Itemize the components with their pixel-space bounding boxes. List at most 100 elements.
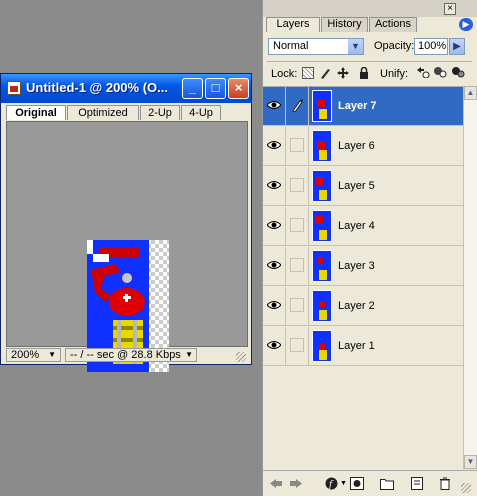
palette-bottom-toolbar: f ▼: [263, 470, 477, 496]
layer-name[interactable]: Layer 4: [338, 220, 375, 232]
edit-state-cell[interactable]: [285, 207, 309, 245]
document-title: Untitled-1 @ 200% (O...: [26, 80, 168, 95]
download-time-dropdown[interactable]: -- / -- sec @ 28.8 Kbps ▼: [65, 348, 197, 362]
maximize-button[interactable]: □: [205, 78, 226, 99]
edit-state-cell[interactable]: [285, 127, 309, 165]
triangle-right-icon: ▶: [462, 19, 470, 29]
tab-history[interactable]: History: [321, 17, 368, 32]
layer-thumbnail: [312, 210, 332, 242]
layer-thumbnail: [312, 250, 332, 282]
scroll-right-icon[interactable]: [289, 477, 303, 490]
scroll-up-button[interactable]: ▲: [464, 86, 477, 100]
tab-optimized[interactable]: Optimized: [67, 105, 139, 120]
eye-icon: [267, 101, 281, 109]
layer-row[interactable]: Layer 6: [263, 127, 463, 166]
minimize-button[interactable]: _: [182, 78, 203, 99]
unify-visibility-icon[interactable]: [433, 66, 447, 78]
layers-scrollbar[interactable]: ▲ ▼: [463, 86, 477, 469]
edit-state-cell[interactable]: [285, 167, 309, 205]
zoom-dropdown[interactable]: 200% ▼: [6, 348, 61, 362]
palette-titlebar[interactable]: ×: [263, 0, 477, 17]
edit-state-cell[interactable]: [285, 327, 309, 365]
layer-row[interactable]: Layer 2: [263, 287, 463, 326]
tab-layers[interactable]: Layers: [266, 17, 320, 32]
unify-style-icon[interactable]: [451, 66, 465, 78]
visibility-toggle[interactable]: [263, 207, 286, 245]
visibility-toggle[interactable]: [263, 127, 286, 165]
canvas-area[interactable]: [6, 121, 248, 372]
layer-thumbnail: [312, 130, 332, 162]
layer-row[interactable]: Layer 3: [263, 247, 463, 286]
blend-mode-select[interactable]: Normal ▼: [268, 38, 364, 55]
visibility-toggle[interactable]: [263, 167, 286, 205]
lock-all-icon[interactable]: [358, 67, 370, 79]
chevron-down-icon: ▼: [340, 480, 347, 487]
layer-thumbnail: [312, 90, 332, 122]
layer-name[interactable]: Layer 5: [338, 180, 375, 192]
eye-icon: [267, 261, 281, 269]
opacity-slider-button[interactable]: ▶: [449, 38, 465, 55]
layer-row[interactable]: Layer 7: [263, 87, 463, 126]
link-box[interactable]: [290, 178, 304, 192]
document-titlebar[interactable]: Untitled-1 @ 200% (O... _ □ ×: [1, 74, 251, 103]
edit-state-cell[interactable]: [285, 87, 309, 125]
new-folder-icon[interactable]: [380, 477, 394, 490]
edit-state-cell[interactable]: [285, 287, 309, 325]
layer-row[interactable]: Layer 5: [263, 167, 463, 206]
layer-row[interactable]: Layer 1: [263, 327, 463, 366]
visibility-toggle[interactable]: [263, 287, 286, 325]
layer-name[interactable]: Layer 6: [338, 140, 375, 152]
link-box[interactable]: [290, 298, 304, 312]
add-mask-icon[interactable]: [350, 477, 364, 490]
layer-name[interactable]: Layer 1: [338, 340, 375, 352]
close-button[interactable]: ×: [228, 78, 249, 99]
layer-name[interactable]: Layer 7: [338, 100, 377, 112]
chevron-down-icon: ▼: [48, 350, 56, 359]
link-box[interactable]: [290, 138, 304, 152]
link-box[interactable]: [290, 258, 304, 272]
scroll-down-button[interactable]: ▼: [464, 455, 477, 469]
tab-4up[interactable]: 4-Up: [181, 105, 221, 120]
triangle-right-icon: ▶: [453, 41, 461, 52]
opacity-label: Opacity:: [374, 40, 415, 52]
link-box[interactable]: [290, 218, 304, 232]
lock-transparency-icon[interactable]: [302, 67, 314, 79]
layer-name[interactable]: Layer 3: [338, 260, 375, 272]
lock-move-icon[interactable]: [337, 67, 349, 79]
visibility-toggle[interactable]: [263, 87, 286, 125]
eye-icon: [267, 221, 281, 229]
scroll-left-icon[interactable]: [269, 477, 283, 490]
layer-name[interactable]: Layer 2: [338, 300, 375, 312]
link-box[interactable]: [290, 338, 304, 352]
unify-position-icon[interactable]: [416, 66, 430, 78]
new-layer-icon[interactable]: [410, 477, 424, 490]
layer-effects-icon[interactable]: f: [325, 477, 339, 490]
document-window: Untitled-1 @ 200% (O... _ □ × Original O…: [0, 73, 252, 372]
trash-icon[interactable]: [438, 477, 452, 490]
lock-paint-brush-icon[interactable]: [319, 67, 331, 79]
layer-row[interactable]: Layer 4: [263, 207, 463, 246]
blend-mode-value: Normal: [273, 40, 309, 52]
minimize-icon: _: [188, 80, 197, 95]
resize-grip-icon[interactable]: [236, 352, 246, 362]
resize-grip-icon[interactable]: [461, 483, 471, 493]
opacity-input[interactable]: 100%: [414, 38, 448, 55]
eye-icon: [267, 341, 281, 349]
tab-2up[interactable]: 2-Up: [140, 105, 180, 120]
chevron-down-icon: ▼: [348, 39, 363, 54]
eye-icon: [267, 181, 281, 189]
eye-icon: [267, 301, 281, 309]
document-icon[interactable]: [7, 81, 21, 95]
tab-actions[interactable]: Actions: [369, 17, 417, 32]
unify-label: Unify:: [380, 68, 409, 80]
layers-list: Layer 7 Layer 6 Layer 5 Layer 4 Layer 3 …: [263, 86, 463, 470]
chevron-down-icon: ▼: [185, 350, 193, 359]
visibility-toggle[interactable]: [263, 247, 286, 285]
visibility-toggle[interactable]: [263, 327, 286, 365]
palette-close-button[interactable]: ×: [444, 3, 456, 15]
edit-state-cell[interactable]: [285, 247, 309, 285]
paintbrush-icon: [292, 99, 303, 112]
palette-menu-button[interactable]: ▶: [459, 18, 473, 31]
tab-original[interactable]: Original: [6, 105, 66, 120]
layer-thumbnail: [312, 170, 332, 202]
